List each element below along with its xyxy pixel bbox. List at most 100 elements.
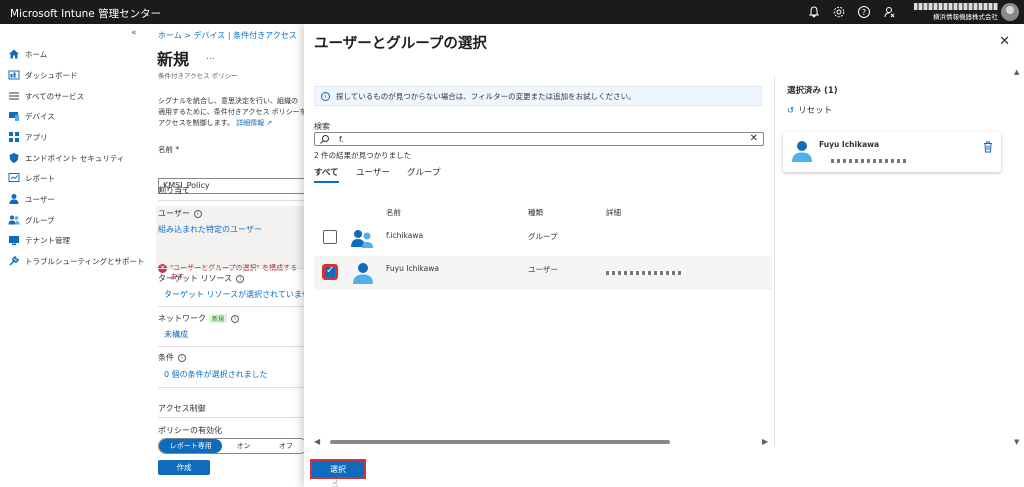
- target-resources-link[interactable]: ターゲット リソースが選択されていません: [164, 289, 318, 300]
- undo-icon: ↺: [787, 106, 795, 116]
- column-header-details[interactable]: 詳細: [606, 207, 621, 218]
- info-icon[interactable]: i: [178, 353, 186, 362]
- toggle-report-only[interactable]: レポート専用: [159, 439, 223, 453]
- conditions-link[interactable]: 0 個の条件が選択されました: [164, 369, 268, 380]
- table-row[interactable]: Fuyu Ichikawa ユーザー: [314, 256, 772, 290]
- gear-icon[interactable]: [832, 5, 846, 19]
- network-label: ネットワーク 新規 i: [158, 313, 240, 324]
- vertical-scrollbar[interactable]: ▲ ▼: [1014, 68, 1022, 448]
- collapse-nav-button[interactable]: «: [131, 28, 137, 38]
- row-checkbox[interactable]: [322, 264, 338, 280]
- wrench-icon: [8, 255, 20, 267]
- nav-item-devices[interactable]: デバイス: [8, 108, 55, 124]
- nav-item-troubleshooting[interactable]: トラブルシューティングとサポート: [8, 253, 145, 269]
- scrollbar-thumb[interactable]: [330, 440, 670, 444]
- scroll-down-icon[interactable]: ▼: [1014, 438, 1019, 446]
- divider: [158, 417, 308, 418]
- search-label: 検索: [314, 122, 330, 131]
- select-button[interactable]: 選択: [310, 459, 366, 479]
- info-icon[interactable]: i: [193, 209, 202, 218]
- feedback-icon[interactable]: [882, 5, 896, 19]
- divider: [158, 200, 308, 201]
- column-header-type[interactable]: 種類: [528, 207, 543, 218]
- nav-item-dashboard[interactable]: ダッシュボード: [8, 67, 78, 83]
- search-value: f.: [339, 135, 344, 144]
- info-banner: i 探しているものが見つからない場合は、フィルターの変更または追加をお試しくださ…: [314, 86, 762, 106]
- nav-item-all-services[interactable]: すべてのサービス: [8, 88, 84, 104]
- search-input[interactable]: f. ✕: [314, 132, 764, 146]
- enable-policy-label: ポリシーの有効化: [158, 426, 222, 435]
- masked-account-name: [914, 3, 998, 10]
- target-resources-label: ターゲット リソース i: [158, 273, 245, 284]
- new-badge: 新規: [209, 314, 228, 323]
- user-icon: [791, 139, 813, 166]
- row-checkbox[interactable]: [323, 230, 337, 244]
- create-button[interactable]: 作成: [158, 460, 210, 475]
- nav-item-users[interactable]: ユーザー: [8, 191, 55, 207]
- nav-item-apps[interactable]: アプリ: [8, 129, 48, 145]
- delete-icon[interactable]: [983, 141, 993, 156]
- more-options-button[interactable]: ...: [206, 52, 215, 62]
- policy-description: シグナルを統合し、意思決定を行い、組織の 適用するために、条件付きアクセス ポリ…: [158, 97, 307, 127]
- info-icon[interactable]: i: [236, 274, 245, 283]
- top-bar: Microsoft Intune 管理センター ? 横浜情報機器株式会社: [0, 0, 1024, 24]
- org-name: 横浜情報機器株式会社: [933, 13, 998, 21]
- panel-title: ユーザーとグループの選択: [314, 36, 487, 52]
- scroll-left-icon[interactable]: ◀: [314, 437, 320, 446]
- shield-icon: [8, 152, 20, 164]
- row-type: ユーザー: [528, 265, 558, 274]
- toggle-on[interactable]: オン: [222, 439, 264, 453]
- list-icon: [8, 90, 20, 102]
- learn-more-link[interactable]: 詳細情報: [236, 119, 264, 127]
- enable-policy-toggle[interactable]: レポート専用 オン オフ: [158, 438, 308, 454]
- device-icon: [8, 110, 20, 122]
- breadcrumb[interactable]: ホーム > デバイス | 条件付きアクセス: [158, 30, 297, 41]
- nav-item-reports[interactable]: レポート: [8, 170, 55, 186]
- bell-icon[interactable]: [807, 5, 821, 19]
- svg-text:?: ?: [862, 8, 866, 17]
- users-link[interactable]: 組み込まれた特定のユーザー: [158, 224, 262, 235]
- page-title: 新規: [157, 50, 190, 69]
- nav-item-tenant-admin[interactable]: テナント管理: [8, 232, 70, 248]
- divider: [158, 346, 308, 347]
- row-name: f.ichikawa: [386, 231, 424, 240]
- policy-blade: ホーム > デバイス | 条件付きアクセス 新規 ... 条件付きアクセス ポリ…: [146, 24, 318, 487]
- selected-item-name: Fuyu Ichikawa: [819, 140, 880, 149]
- close-icon[interactable]: ✕: [999, 34, 1010, 49]
- tab-groups[interactable]: グループ: [407, 166, 441, 181]
- group-icon: [8, 214, 20, 226]
- info-icon: i: [321, 91, 330, 101]
- scroll-up-icon[interactable]: ▲: [1014, 68, 1019, 76]
- left-nav: « ホーム ダッシュボード すべてのサービス デバイス アプリ エンドポイント …: [0, 24, 146, 487]
- access-control-heading: アクセス制御: [158, 404, 206, 413]
- row-details-masked: [606, 268, 684, 277]
- assignments-heading: 割り当て: [158, 186, 190, 195]
- user-icon: [8, 193, 20, 205]
- tab-users[interactable]: ユーザー: [356, 166, 390, 181]
- cursor-icon: ☝: [332, 479, 339, 487]
- clear-search-icon[interactable]: ✕: [750, 133, 758, 144]
- selected-items-pane: 選択済み (1) ↺ リセット Fuyu Ichikawa: [774, 76, 1022, 446]
- name-label: 名前 *: [158, 145, 180, 154]
- group-icon: [350, 227, 374, 252]
- reset-button[interactable]: ↺ リセット: [787, 104, 832, 116]
- table-row[interactable]: f.ichikawa グループ: [314, 221, 772, 255]
- selected-item-details-masked: [831, 156, 907, 166]
- search-icon: [319, 134, 330, 148]
- info-icon[interactable]: i: [231, 314, 240, 323]
- select-users-groups-panel: ユーザーとグループの選択 ✕ i 探しているものが見つからない場合は、フィルター…: [304, 24, 1024, 487]
- network-link[interactable]: 未構成: [164, 329, 188, 340]
- home-icon: [8, 48, 20, 60]
- nav-item-groups[interactable]: グループ: [8, 212, 55, 228]
- scroll-right-icon[interactable]: ▶: [762, 437, 768, 446]
- avatar[interactable]: [1001, 3, 1019, 21]
- toggle-off[interactable]: オフ: [265, 439, 307, 453]
- nav-item-endpoint-security[interactable]: エンドポイント セキュリティ: [8, 150, 124, 166]
- tab-all[interactable]: すべて: [314, 166, 339, 183]
- column-header-name[interactable]: 名前: [386, 207, 401, 218]
- horizontal-scrollbar[interactable]: ◀ ▶: [314, 437, 772, 447]
- nav-item-home[interactable]: ホーム: [8, 46, 47, 62]
- help-icon[interactable]: ?: [857, 5, 871, 19]
- tenant-icon: [8, 234, 20, 246]
- account-info[interactable]: 横浜情報機器株式会社: [914, 3, 998, 22]
